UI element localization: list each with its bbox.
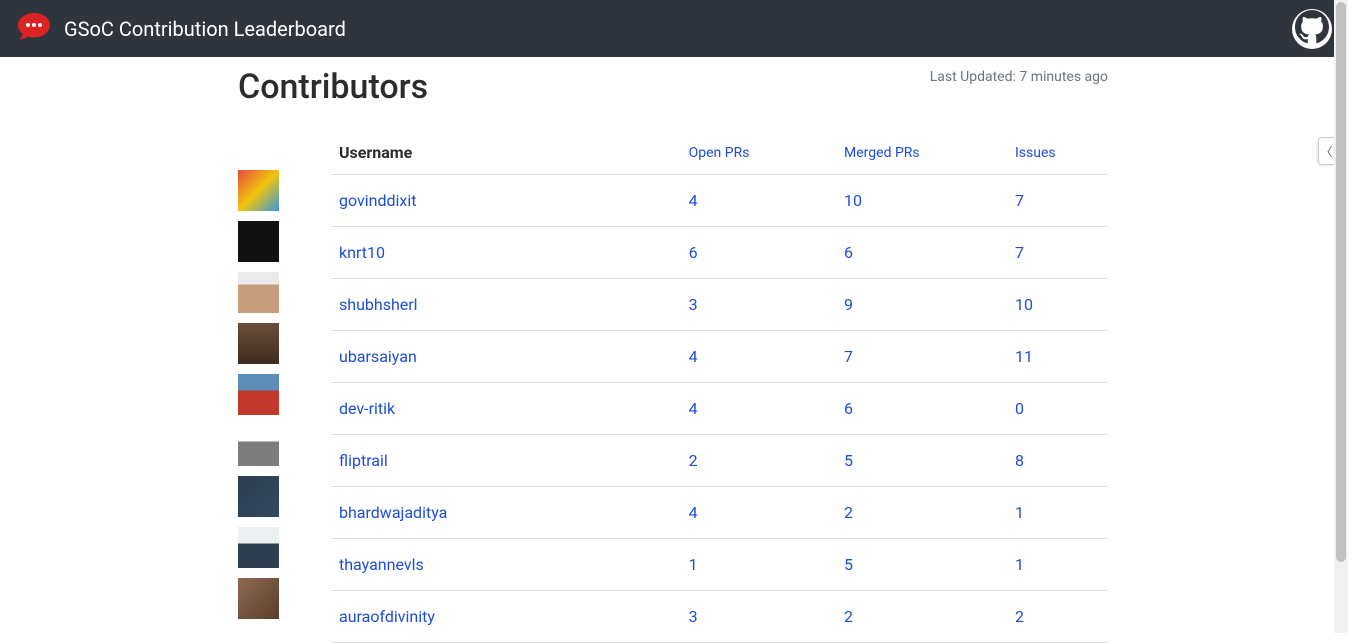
open-prs-link[interactable]: 4: [681, 331, 836, 383]
username-link[interactable]: thayannevls: [331, 539, 681, 591]
open-prs-link[interactable]: 1: [681, 539, 836, 591]
issues-link[interactable]: 7: [1007, 175, 1108, 227]
app-header: GSoC Contribution Leaderboard: [0, 0, 1348, 57]
table-row: dev-ritik460: [331, 383, 1108, 435]
issues-link[interactable]: 7: [1007, 227, 1108, 279]
avatar[interactable]: [238, 221, 279, 262]
avatar[interactable]: [238, 527, 279, 568]
issues-link[interactable]: 1: [1007, 487, 1108, 539]
scrollbar-thumb[interactable]: [1336, 2, 1346, 562]
avatar[interactable]: [238, 425, 279, 466]
username-link[interactable]: shubhsherl: [331, 279, 681, 331]
avatar[interactable]: [238, 629, 279, 643]
col-header-merged-prs[interactable]: Merged PRs: [836, 131, 1007, 175]
merged-prs-link[interactable]: 2: [836, 591, 1007, 643]
avatar[interactable]: [238, 170, 279, 211]
username-link[interactable]: knrt10: [331, 227, 681, 279]
open-prs-link[interactable]: 3: [681, 591, 836, 643]
open-prs-link[interactable]: 2: [681, 435, 836, 487]
github-icon: [1295, 10, 1329, 48]
table-body: govinddixit4107knrt10667shubhsherl3910ub…: [331, 175, 1108, 643]
issues-link[interactable]: 10: [1007, 279, 1108, 331]
username-link[interactable]: ubarsaiyan: [331, 331, 681, 383]
merged-prs-link[interactable]: 7: [836, 331, 1007, 383]
issues-link[interactable]: 8: [1007, 435, 1108, 487]
merged-prs-link[interactable]: 5: [836, 435, 1007, 487]
merged-prs-link[interactable]: 6: [836, 383, 1007, 435]
avatar[interactable]: [238, 374, 279, 415]
table-row: govinddixit4107: [331, 175, 1108, 227]
open-prs-link[interactable]: 6: [681, 227, 836, 279]
merged-prs-link[interactable]: 2: [836, 487, 1007, 539]
table-row: knrt10667: [331, 227, 1108, 279]
merged-prs-link[interactable]: 5: [836, 539, 1007, 591]
issues-link[interactable]: 11: [1007, 331, 1108, 383]
main-content: Contributors Last Updated: 7 minutes ago: [0, 57, 1348, 643]
col-header-username: Username: [331, 131, 681, 175]
open-prs-link[interactable]: 4: [681, 175, 836, 227]
contributors-table: Username Open PRs Merged PRs Issues govi…: [331, 131, 1108, 643]
table-row: auraofdivinity322: [331, 591, 1108, 643]
table-row: thayannevls151: [331, 539, 1108, 591]
page-title: Contributors: [238, 67, 428, 107]
app-title: GSoC Contribution Leaderboard: [64, 17, 346, 41]
open-prs-link[interactable]: 3: [681, 279, 836, 331]
header-left: GSoC Contribution Leaderboard: [16, 9, 346, 49]
avatar[interactable]: [238, 476, 279, 517]
scrollbar-track[interactable]: [1334, 0, 1348, 633]
avatar-column: [238, 170, 279, 643]
avatar[interactable]: [238, 323, 279, 364]
table-header-row: Username Open PRs Merged PRs Issues: [331, 131, 1108, 175]
table-row: ubarsaiyan4711: [331, 331, 1108, 383]
username-link[interactable]: auraofdivinity: [331, 591, 681, 643]
avatar[interactable]: [238, 272, 279, 313]
table-row: bhardwajaditya421: [331, 487, 1108, 539]
table-row: fliptrail258: [331, 435, 1108, 487]
side-panel-tab[interactable]: 〈: [1318, 137, 1334, 165]
contributors-table-wrap: Username Open PRs Merged PRs Issues govi…: [331, 131, 1108, 643]
github-link[interactable]: [1292, 9, 1332, 49]
top-row: Contributors Last Updated: 7 minutes ago: [238, 67, 1108, 107]
username-link[interactable]: govinddixit: [331, 175, 681, 227]
merged-prs-link[interactable]: 6: [836, 227, 1007, 279]
chat-bubble-icon: [16, 9, 52, 49]
table-row: shubhsherl3910: [331, 279, 1108, 331]
username-link[interactable]: fliptrail: [331, 435, 681, 487]
col-header-issues[interactable]: Issues: [1007, 131, 1108, 175]
merged-prs-link[interactable]: 10: [836, 175, 1007, 227]
merged-prs-link[interactable]: 9: [836, 279, 1007, 331]
avatar[interactable]: [238, 578, 279, 619]
username-link[interactable]: dev-ritik: [331, 383, 681, 435]
content-row: Username Open PRs Merged PRs Issues govi…: [238, 131, 1108, 643]
last-updated: Last Updated: 7 minutes ago: [930, 69, 1108, 85]
chevron-left-icon: 〈: [1320, 143, 1332, 160]
open-prs-link[interactable]: 4: [681, 487, 836, 539]
username-link[interactable]: bhardwajaditya: [331, 487, 681, 539]
container: Contributors Last Updated: 7 minutes ago: [238, 67, 1108, 643]
col-header-open-prs[interactable]: Open PRs: [681, 131, 836, 175]
issues-link[interactable]: 1: [1007, 539, 1108, 591]
open-prs-link[interactable]: 4: [681, 383, 836, 435]
issues-link[interactable]: 0: [1007, 383, 1108, 435]
issues-link[interactable]: 2: [1007, 591, 1108, 643]
